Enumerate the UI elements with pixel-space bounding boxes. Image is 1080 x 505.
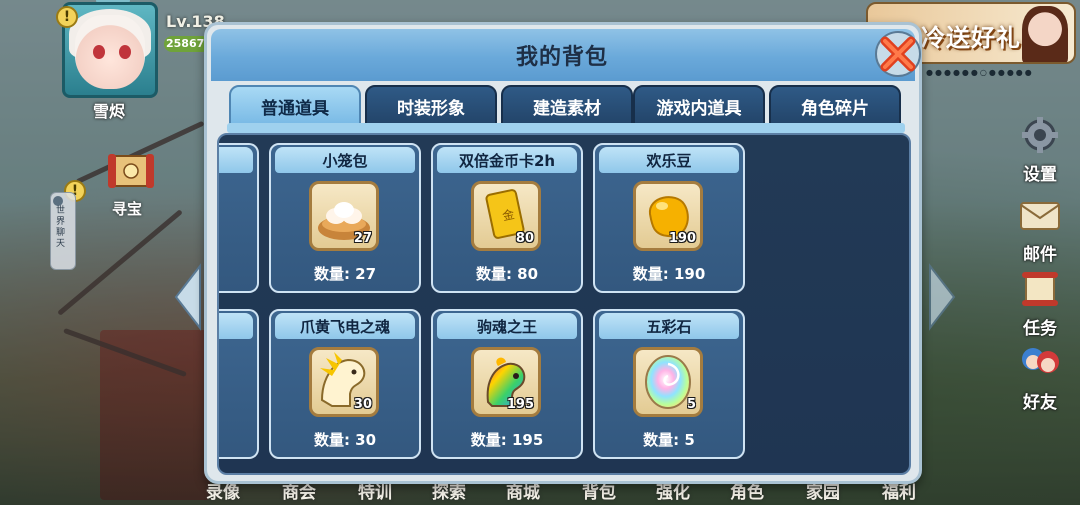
arrow-left-icon[interactable] — [172, 262, 204, 332]
player-name: 雪烬 — [92, 102, 125, 121]
exp-value: 25867 — [166, 37, 205, 50]
partial-card-head — [219, 147, 253, 173]
friends-icon — [1022, 348, 1059, 373]
tab-common-items[interactable]: 普通道具 — [229, 85, 361, 125]
promo-character — [1022, 6, 1068, 62]
tab-label: 时装形象 — [397, 99, 465, 119]
item-slot[interactable]: 190 — [633, 181, 703, 251]
mail-label: 邮件 — [1023, 245, 1057, 265]
category-tabs: 普通道具 时装形象 建造素材 游戏内道具 角色碎片 — [229, 85, 909, 125]
quest-label: 任务 — [1023, 319, 1057, 339]
item-card[interactable]: 爪黄飞电之魂 30 数量: 30 — [269, 309, 421, 459]
item-slot[interactable]: 27 — [309, 181, 379, 251]
tab-building-materials[interactable]: 建造素材 — [501, 85, 633, 125]
card-head: 小笼包 — [275, 147, 415, 173]
avatar-eye — [119, 45, 131, 59]
item-quantity: 数量: 190 — [632, 265, 706, 283]
world-chat-label: 世界聊天 — [56, 206, 66, 249]
tab-ingame-items[interactable]: 游戏内道具 — [633, 85, 765, 125]
tab-label: 游戏内道具 — [656, 99, 742, 119]
card-head: 五彩石 — [599, 313, 739, 339]
item-slot[interactable]: 5 — [633, 347, 703, 417]
item-count: 30 — [353, 397, 372, 412]
item-quantity: 数量: 5 — [643, 431, 695, 449]
item-slot[interactable]: 195 — [471, 347, 541, 417]
item-grid[interactable]: 小笼包 27 数量: 27 双倍金币卡2h 金 80 数量: 80 欢乐豆 19… — [217, 133, 911, 475]
item-name: 小笼包 — [322, 152, 368, 170]
item-count: 195 — [506, 397, 534, 412]
settings-label: 设置 — [1023, 165, 1057, 185]
treasure-label[interactable]: 寻宝 — [112, 198, 142, 219]
scroll-icon — [1022, 272, 1058, 306]
friends-label: 好友 — [1023, 393, 1057, 413]
item-quantity: 数量: 27 — [313, 265, 377, 283]
backpack-dialog: 我的背包 普通道具 时装形象 建造素材 游戏内道具 角色碎片 小笼包 27 数量… — [204, 22, 922, 484]
dialog-title: 我的背包 — [515, 45, 608, 70]
item-card[interactable]: 小笼包 27 数量: 27 — [269, 143, 421, 293]
tab-label: 普通道具 — [261, 99, 329, 119]
friends-button[interactable]: 好友 — [1010, 344, 1070, 413]
promo-pager-dots: ●●●●●●○●●●●● — [926, 68, 1034, 77]
item-count: 5 — [686, 397, 696, 412]
mail-button[interactable]: 邮件 — [1010, 196, 1070, 265]
card-head: 欢乐豆 — [599, 147, 739, 173]
item-card[interactable]: 双倍金币卡2h 金 80 数量: 80 — [431, 143, 583, 293]
item-quantity: 数量: 80 — [475, 265, 539, 283]
tab-underline — [227, 123, 905, 133]
mail-icon — [1020, 202, 1060, 230]
item-quantity: 数量: 30 — [313, 431, 377, 449]
item-card[interactable]: 五彩石 5 数量: 5 — [593, 309, 745, 459]
item-slot[interactable]: 金 80 — [471, 181, 541, 251]
avatar-face — [75, 15, 145, 89]
item-name: 五彩石 — [646, 318, 692, 336]
close-icon[interactable] — [873, 29, 923, 79]
tab-label: 建造素材 — [533, 99, 601, 119]
avatar-eye — [93, 45, 105, 59]
item-name: 驹魂之王 — [476, 318, 537, 336]
card-head: 驹魂之王 — [437, 313, 577, 339]
item-count: 80 — [515, 231, 534, 246]
partial-card-head — [219, 313, 253, 339]
treasure-scroll-icon[interactable] — [106, 150, 156, 194]
card-head: 双倍金币卡2h — [437, 147, 577, 173]
tab-character-shards[interactable]: 角色碎片 — [769, 85, 901, 125]
item-count: 190 — [668, 231, 696, 246]
chat-bubble-icon — [53, 196, 63, 206]
item-slot[interactable]: 30 — [309, 347, 379, 417]
item-count: 27 — [353, 231, 372, 246]
settings-button[interactable]: 设置 — [1010, 116, 1070, 185]
item-card[interactable]: 驹魂之王 195 数量: 195 — [431, 309, 583, 459]
partial-item-card[interactable] — [219, 309, 259, 459]
card-head: 爪黄飞电之魂 — [275, 313, 415, 339]
arrow-right-icon[interactable] — [926, 262, 958, 332]
gear-icon — [1022, 117, 1058, 153]
item-name: 双倍金币卡2h — [458, 152, 556, 170]
item-quantity: 数量: 195 — [470, 431, 544, 449]
item-card[interactable]: 欢乐豆 190 数量: 190 — [593, 143, 745, 293]
avatar-alert-icon[interactable]: ! — [56, 6, 78, 28]
item-name: 欢乐豆 — [646, 152, 692, 170]
partial-item-card[interactable] — [219, 143, 259, 293]
tab-label: 角色碎片 — [801, 99, 869, 119]
quest-button[interactable]: 任务 — [1010, 270, 1070, 339]
tab-costumes[interactable]: 时装形象 — [365, 85, 497, 125]
item-name: 爪黄飞电之魂 — [299, 318, 390, 336]
